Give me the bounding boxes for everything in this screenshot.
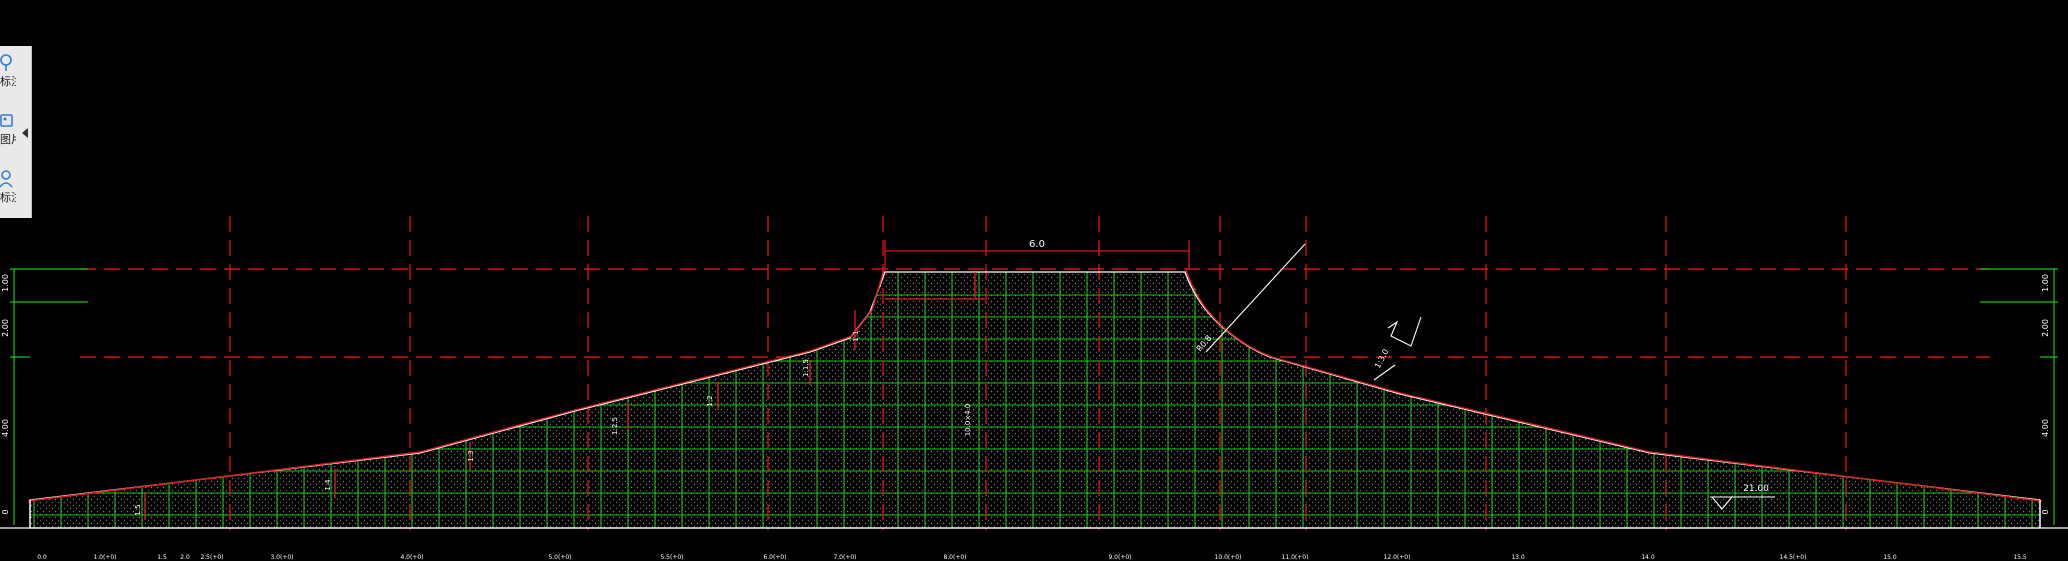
user-annotation-icon: [0, 170, 13, 188]
station-label: 3.0(+0): [270, 554, 293, 561]
station-label: 15.0: [1883, 554, 1897, 561]
svg-text:1:5: 1:5: [134, 504, 142, 515]
station-label: 7.0(+0): [833, 554, 856, 561]
station-label: 2.5(+0): [200, 554, 223, 561]
station-label: 15.5: [2013, 554, 2027, 561]
svg-text:1:2.5: 1:2.5: [611, 417, 619, 435]
svg-text:1.00: 1.00: [2041, 274, 2050, 292]
cad-drawing-canvas[interactable]: 6.0 1.00 2.00 4.00 0 1.00 2.00 4.00 0 1:…: [0, 0, 2068, 561]
svg-text:2.00: 2.00: [1, 319, 10, 337]
tool-label: 标注: [0, 192, 16, 204]
station-label: 0.0: [37, 554, 47, 561]
svg-text:1:3: 1:3: [467, 450, 475, 461]
station-label: 14.0: [1641, 554, 1655, 561]
annotate-button[interactable]: 标注: [0, 46, 32, 96]
svg-text:2.00: 2.00: [2041, 319, 2050, 337]
svg-text:4.00: 4.00: [2041, 419, 2050, 437]
svg-text:0: 0: [1, 509, 10, 514]
svg-text:1:4: 1:4: [324, 479, 332, 491]
left-elevation-labels: 1.00 2.00 4.00 0: [1, 274, 10, 514]
collapse-arrow-icon[interactable]: [20, 126, 30, 140]
station-label: 8.0(+0): [943, 554, 966, 561]
svg-text:1:1.5: 1:1.5: [802, 359, 810, 377]
tool-label: 图片: [0, 134, 16, 146]
pin-icon: [0, 54, 12, 71]
station-label: 13.0: [1511, 554, 1525, 561]
station-label: 5.5(+0): [660, 554, 683, 561]
station-label: 11.0(+0): [1282, 554, 1309, 561]
cad-workspace[interactable]: 6.0 1.00 2.00 4.00 0 1.00 2.00 4.00 0 1:…: [0, 0, 2068, 561]
side-tool-panel: 标注 图片 标注: [0, 46, 32, 218]
center-label: 10.0×4.0: [964, 404, 972, 437]
station-label: 14.5(+0): [1780, 554, 1807, 561]
image-icon: [0, 114, 13, 127]
svg-text:0: 0: [2041, 509, 2050, 514]
station-label: 10.0(+0): [1215, 554, 1242, 561]
station-label: 2.0: [180, 554, 190, 561]
station-label: 1.0(+0): [93, 554, 116, 561]
crest-dimension-label: 6.0: [1029, 239, 1045, 250]
station-label: 9.0(+0): [1108, 554, 1131, 561]
tool-label: 标注: [0, 76, 16, 88]
station-label: 6.0(+0): [763, 554, 786, 561]
right-elevation-labels: 1.00 2.00 4.00 0: [2041, 274, 2050, 514]
svg-text:1.00: 1.00: [1, 274, 10, 292]
base-width-label: 21.00: [1743, 484, 1769, 494]
svg-text:1:1: 1:1: [852, 330, 860, 341]
station-label: 5.0(+0): [548, 554, 571, 561]
right-slope-label: 1:3.0: [1373, 348, 1391, 370]
station-label: 1.5: [157, 554, 167, 561]
svg-text:1:2: 1:2: [706, 395, 714, 406]
station-label: 4.0(+0): [400, 554, 423, 561]
station-labels: 0.0 1.0(+0) 1.5 2.0 2.5(+0) 3.0(+0) 4.0(+0) 5.0…: [37, 554, 2027, 561]
annotate-user-button[interactable]: 标注: [0, 162, 32, 212]
svg-text:4.00: 4.00: [1, 419, 10, 437]
station-label: 12.0(+0): [1384, 554, 1411, 561]
